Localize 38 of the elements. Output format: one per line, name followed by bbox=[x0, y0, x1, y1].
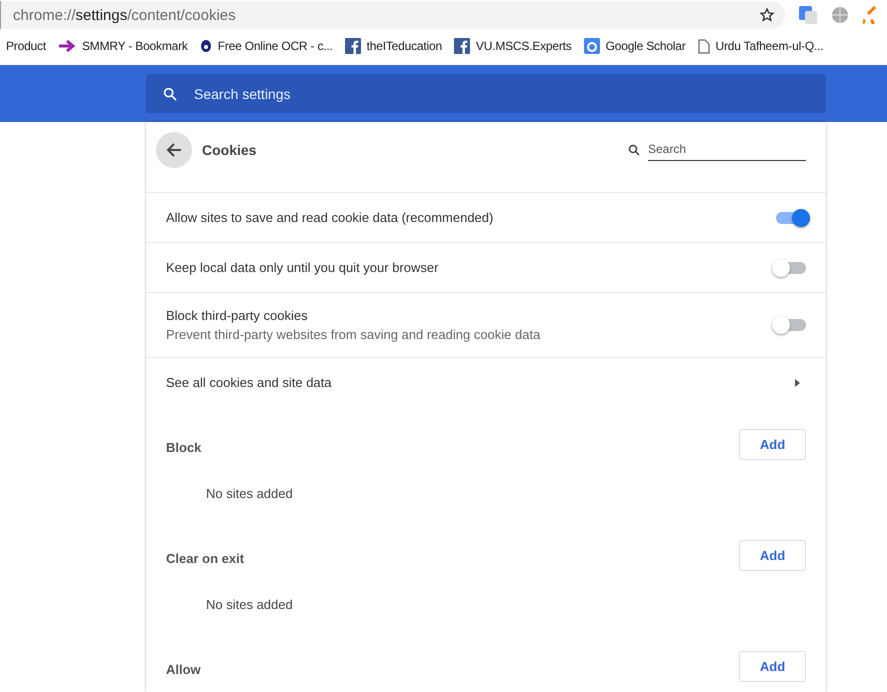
star-icon[interactable] bbox=[759, 7, 775, 23]
address-bar[interactable]: chrome://settings/content/cookies bbox=[0, 1, 785, 29]
globe-icon[interactable] bbox=[831, 6, 849, 24]
setting-description: Prevent third-party websites from saving and reading cookie data bbox=[166, 327, 542, 342]
bookmark[interactable]: SMMRY - Bookmark bbox=[58, 39, 188, 53]
section-title: Allow bbox=[166, 662, 201, 677]
bookmark[interactable]: theITeducation bbox=[344, 38, 442, 54]
search-settings-box[interactable]: Search settings bbox=[146, 74, 826, 113]
bookmark[interactable]: Free Online OCR - c... bbox=[200, 39, 333, 53]
page-title: Cookies bbox=[202, 142, 258, 158]
scholar-icon bbox=[584, 38, 600, 54]
bookmark[interactable]: Product bbox=[6, 39, 46, 53]
setting-label: Allow sites to save and read cookie data (recommended) bbox=[166, 210, 494, 225]
add-button[interactable]: Add bbox=[739, 651, 806, 682]
section-title: Block bbox=[166, 440, 202, 455]
empty-message: No sites added bbox=[206, 597, 293, 612]
facebook-icon bbox=[344, 38, 361, 54]
empty-message: No sites added bbox=[206, 486, 293, 501]
setting-label: Keep local data only until you quit your browser bbox=[166, 260, 440, 275]
page-icon bbox=[698, 38, 710, 54]
search-icon bbox=[162, 86, 178, 102]
bookmark[interactable]: Google Scholar bbox=[584, 38, 686, 54]
bookmark[interactable]: VU.MSCS.Experts bbox=[454, 38, 572, 54]
bookmark[interactable]: Urdu Tafheem-ul-Q... bbox=[698, 38, 824, 54]
back-arrow-icon bbox=[166, 142, 182, 158]
url-text: chrome://settings/content/cookies bbox=[13, 6, 237, 24]
add-button[interactable]: Add bbox=[739, 429, 806, 460]
setting-label: Block third-party cookies bbox=[166, 308, 309, 323]
translate-icon[interactable] bbox=[799, 6, 817, 24]
add-button[interactable]: Add bbox=[739, 540, 806, 571]
ocr-icon bbox=[200, 39, 212, 53]
link-label[interactable]: See all cookies and site data bbox=[166, 375, 795, 390]
search-icon bbox=[628, 144, 640, 156]
back-button[interactable] bbox=[156, 132, 192, 168]
arrow-icon bbox=[58, 40, 76, 52]
facebook-icon bbox=[454, 38, 470, 54]
chevron-right-icon[interactable] bbox=[795, 378, 800, 386]
section-title: Clear on exit bbox=[166, 551, 244, 566]
